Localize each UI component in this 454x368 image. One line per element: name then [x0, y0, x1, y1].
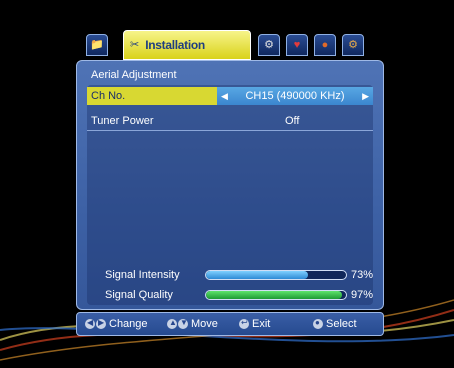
ch-no-label: Ch No.	[87, 87, 217, 105]
ok-button-icon: ●	[313, 318, 323, 329]
up-button-icon: ▲	[167, 318, 177, 329]
signal-intensity-bar	[205, 270, 347, 280]
tuner-power-value: Off	[285, 114, 300, 127]
tab-tools[interactable]: ⚙	[258, 34, 280, 56]
satellite-dish-icon: ✂	[130, 38, 140, 51]
signal-quality-bar	[205, 290, 347, 300]
media-icon: ●	[321, 38, 329, 51]
help-select: ● Select	[313, 318, 357, 330]
arrow-left-icon[interactable]: ◀	[221, 91, 228, 102]
signal-intensity-percent: 73%	[351, 269, 374, 281]
help-move: ▲ ▼ Move	[167, 318, 218, 330]
row-tuner-power[interactable]: Tuner Power Off	[87, 111, 373, 131]
settings-list: Ch No. ◀ CH15 (490000 KHz) ▶ Tuner Power…	[87, 85, 373, 305]
tab-media-player[interactable]: ●	[314, 34, 336, 56]
settings-icon: ⚙	[348, 38, 358, 51]
signal-quality-percent: 97%	[351, 289, 374, 301]
tab-favorites[interactable]: ♥	[286, 34, 308, 56]
osd-screen: 📁 ✂ Installation ⚙ ♥ ● ⚙ Aerial Adjustme…	[0, 0, 454, 368]
help-exit: ↩ Exit	[239, 318, 270, 330]
left-button-icon: ◀	[85, 318, 95, 329]
right-button-icon: ▶	[96, 318, 106, 329]
tab-settings[interactable]: ⚙	[342, 34, 364, 56]
signal-intensity-fill	[206, 271, 309, 279]
menu-tabs: 📁 ✂ Installation ⚙ ♥ ● ⚙	[86, 30, 396, 60]
tuner-power-label: Tuner Power	[91, 114, 154, 127]
signal-quality-fill	[206, 291, 342, 299]
folder-icon: 📁	[90, 38, 104, 51]
down-button-icon: ▼	[178, 318, 188, 329]
help-move-label: Move	[191, 318, 218, 330]
tab-media[interactable]: 📁	[86, 34, 108, 56]
panel-title: Aerial Adjustment	[91, 69, 177, 81]
aerial-adjustment-panel: Aerial Adjustment Ch No. ◀ CH15 (490000 …	[76, 60, 384, 310]
help-exit-label: Exit	[252, 318, 271, 330]
ch-no-value: CH15 (490000 KHz)	[245, 90, 345, 102]
favorites-icon: ♥	[293, 38, 301, 51]
tab-installation[interactable]: ✂ Installation	[123, 30, 251, 60]
arrow-right-icon[interactable]: ▶	[362, 91, 369, 102]
help-change-label: Change	[109, 318, 148, 330]
help-change: ◀ ▶ Change	[85, 318, 148, 330]
signal-intensity-label: Signal Intensity	[105, 269, 180, 281]
help-bar: ◀ ▶ Change ▲ ▼ Move ↩ Exit ● Select	[76, 312, 384, 336]
tools-icon: ⚙	[264, 38, 274, 51]
signal-quality-label: Signal Quality	[105, 289, 173, 301]
row-ch-no[interactable]: Ch No. ◀ CH15 (490000 KHz) ▶	[87, 87, 373, 105]
ch-no-selector[interactable]: ◀ CH15 (490000 KHz) ▶	[217, 87, 373, 105]
exit-button-icon: ↩	[239, 318, 249, 329]
help-select-label: Select	[326, 318, 357, 330]
tab-installation-label: Installation	[145, 38, 205, 52]
